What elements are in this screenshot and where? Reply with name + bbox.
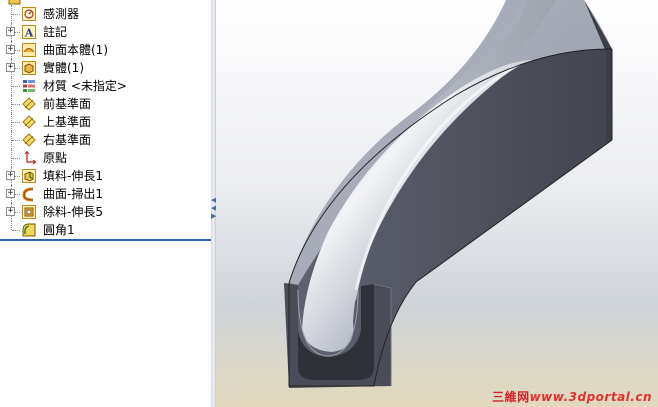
plane-icon bbox=[22, 133, 36, 147]
material-icon bbox=[23, 80, 35, 92]
tree-item-label: 曲面本體(1) bbox=[43, 43, 108, 57]
fillet-icon bbox=[22, 223, 36, 237]
surface-sweep-icon bbox=[22, 187, 34, 202]
sensor-icon bbox=[22, 7, 36, 21]
tree-item-label: 實體(1) bbox=[43, 61, 84, 75]
tree-item-label: 材質 <未指定> bbox=[43, 79, 127, 93]
tree-item-label: 註記 bbox=[43, 25, 68, 39]
tree-item-label: 曲面-掃出1 bbox=[43, 187, 103, 201]
expand-toggle[interactable]: + bbox=[6, 27, 15, 36]
solid-bodies-icon bbox=[22, 61, 36, 75]
tree-item-label: 感測器 bbox=[43, 7, 80, 21]
expand-toggle[interactable]: + bbox=[6, 171, 15, 180]
tree-line bbox=[12, 104, 20, 105]
expand-toggle[interactable]: + bbox=[6, 189, 15, 198]
tree-line bbox=[12, 122, 20, 123]
tree-item-extrude-cut[interactable]: + 除料-伸長5 bbox=[0, 203, 211, 221]
tree-line bbox=[11, 221, 12, 230]
tree-item-label: 右基準面 bbox=[43, 133, 92, 147]
tree-item-surface-bodies[interactable]: + 曲面本體(1) bbox=[0, 41, 211, 59]
tree-item-top-plane[interactable]: 上基準面 bbox=[0, 113, 211, 131]
surface-bodies-icon bbox=[22, 43, 36, 57]
tree-line bbox=[12, 230, 20, 231]
tree-item-material[interactable]: 材質 <未指定> bbox=[0, 77, 211, 95]
tree-item-label: 原點 bbox=[43, 151, 68, 165]
expand-toggle[interactable]: + bbox=[6, 45, 15, 54]
tree-item-label: 圓角1 bbox=[43, 223, 75, 237]
svg-text:A: A bbox=[24, 27, 34, 40]
expand-toggle[interactable]: + bbox=[6, 207, 15, 216]
tree-line bbox=[12, 14, 20, 15]
tree-item-origin[interactable]: 原點 bbox=[0, 149, 211, 167]
tree-line bbox=[12, 140, 20, 141]
tree-item-sensors[interactable]: 感測器 bbox=[0, 5, 211, 23]
tree-item-label: 前基準面 bbox=[43, 97, 92, 111]
tree-item-label: 填料-伸長1 bbox=[43, 169, 103, 183]
origin-icon bbox=[24, 150, 37, 165]
watermark-cn: 三維网 bbox=[492, 390, 530, 404]
tree-item-front-plane[interactable]: 前基準面 bbox=[0, 95, 211, 113]
tree-item-fillet[interactable]: 圓角1 bbox=[0, 221, 211, 239]
watermark-url: www.3dportal.cn bbox=[529, 390, 652, 404]
expand-toggle[interactable]: + bbox=[6, 63, 15, 72]
tree-item-label: 上基準面 bbox=[43, 115, 92, 129]
plane-icon bbox=[22, 97, 36, 111]
extrude-cut-icon bbox=[22, 205, 36, 219]
tree-item-solid-bodies[interactable]: + 實體(1) bbox=[0, 59, 211, 77]
annotations-icon: A bbox=[22, 25, 36, 40]
tree-item-label: 除料-伸長5 bbox=[43, 205, 103, 219]
tree-item-extrude-boss[interactable]: + 填料-伸長1 bbox=[0, 167, 211, 185]
tree-item-surface-sweep[interactable]: + 曲面-掃出1 bbox=[0, 185, 211, 203]
feature-manager-tree: 感測器 + A 註記 + 曲面本體(1) + 實體(1) 材質 <未指定> 前基… bbox=[0, 0, 211, 407]
tree-line bbox=[12, 86, 20, 87]
extrude-boss-icon bbox=[22, 169, 36, 183]
tree-empty-area bbox=[0, 242, 211, 407]
tree-item-annotations[interactable]: + A 註記 bbox=[0, 23, 211, 41]
tree-item-right-plane[interactable]: 右基準面 bbox=[0, 131, 211, 149]
plane-icon bbox=[22, 115, 36, 129]
rollback-bar[interactable] bbox=[0, 239, 211, 241]
3d-model[interactable] bbox=[216, 0, 658, 407]
tree-line bbox=[12, 158, 20, 159]
graphics-viewport[interactable]: 三維网www.3dportal.cn bbox=[216, 0, 658, 407]
watermark: 三維网www.3dportal.cn bbox=[492, 388, 652, 405]
